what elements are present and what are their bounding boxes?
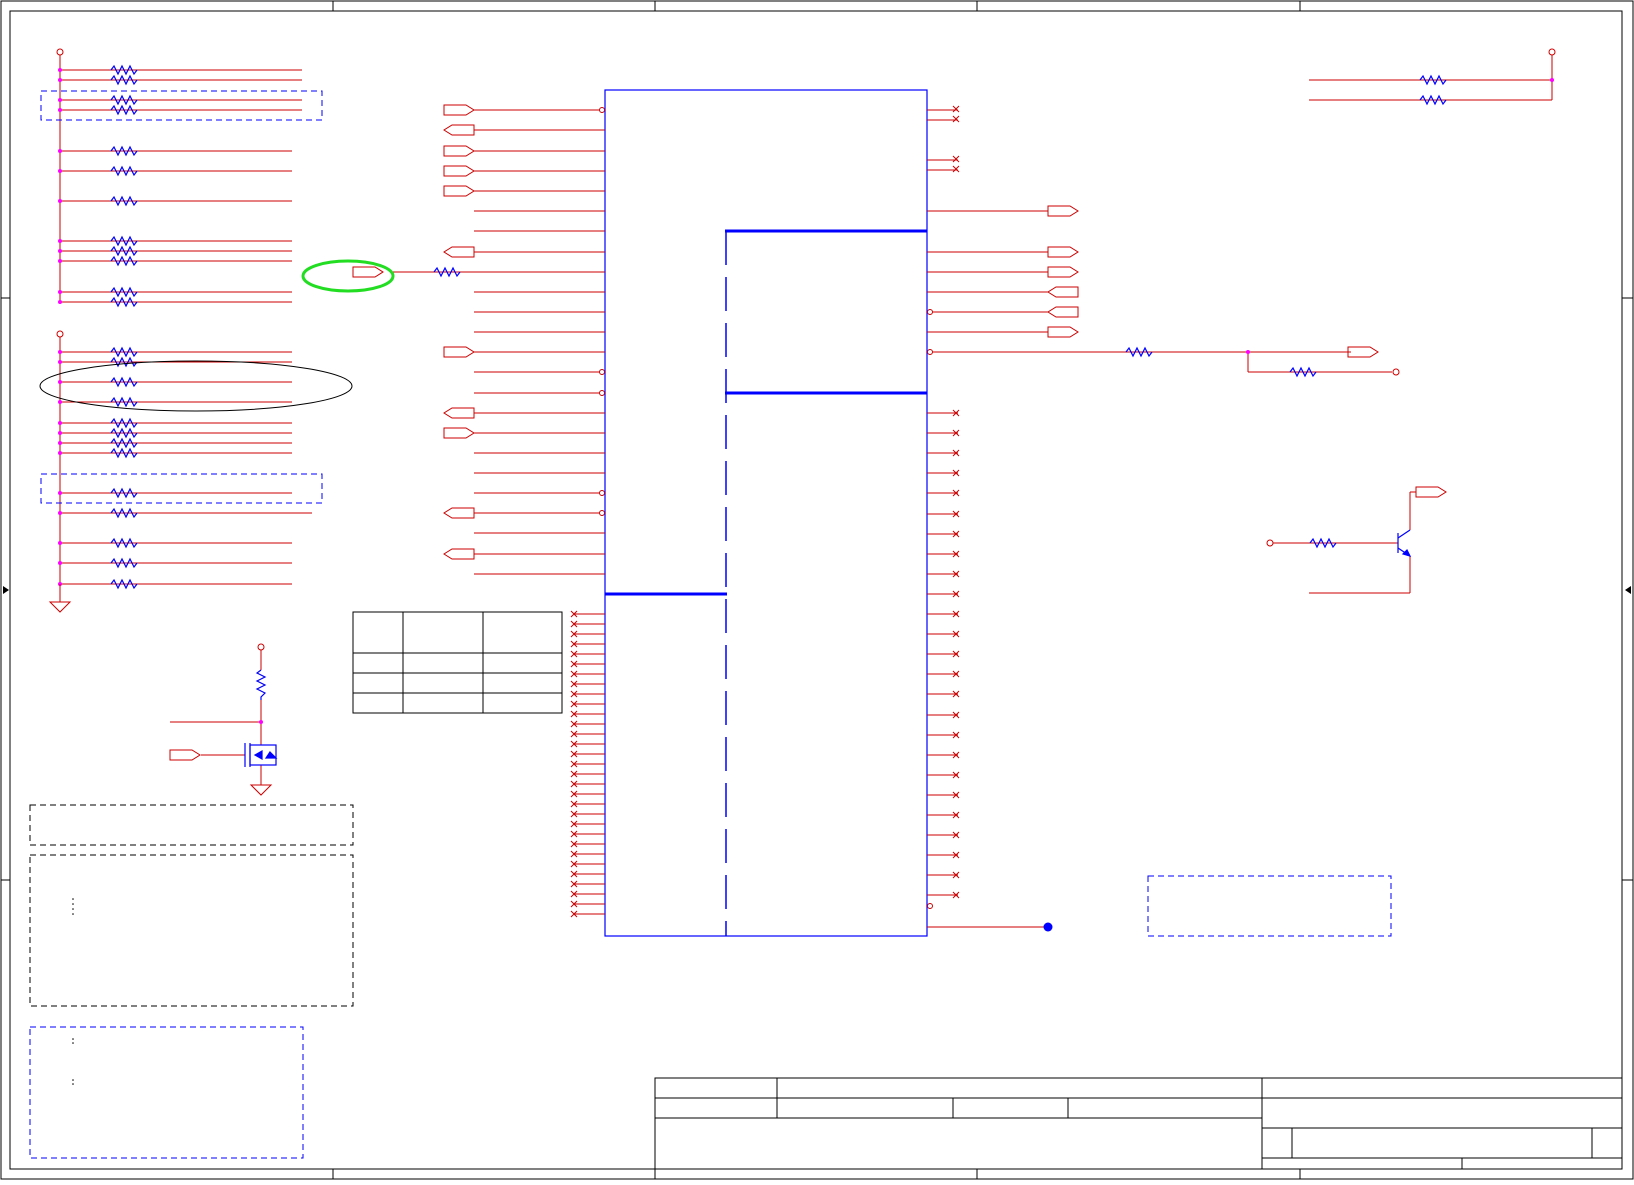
junction-dot	[58, 441, 62, 445]
junction-dot	[58, 380, 62, 384]
junction-dot	[58, 199, 62, 203]
mosfet-power-terminal	[257, 643, 265, 651]
highlight-black-ellipse	[39, 360, 353, 412]
mosfet-symbol	[244, 743, 278, 767]
ic-section-dividers	[605, 229, 927, 936]
power-terminal-2	[56, 330, 64, 338]
junction-dot	[58, 451, 62, 455]
config-table	[352, 611, 563, 714]
dashed-group-box-2	[40, 473, 323, 504]
ic-right-nc-pins	[927, 409, 960, 899]
junction-dot	[58, 98, 62, 102]
junction-dot	[58, 561, 62, 565]
schematic-sheet	[0, 0, 1634, 1180]
note-3-dots	[72, 1038, 74, 1085]
bottom-right-net-dot	[1043, 922, 1053, 932]
dashed-group-box-1	[40, 90, 323, 121]
highlight-green-ellipse	[301, 259, 395, 293]
transistor-input-terminal	[1266, 539, 1274, 547]
ic-right-pin-circles	[927, 309, 933, 909]
main-ic	[604, 89, 928, 937]
transistor-symbol	[1397, 529, 1412, 557]
junction-dot	[58, 431, 62, 435]
mosfet-junction	[259, 720, 263, 724]
sheet-frame	[0, 0, 1634, 1180]
junction-dot	[58, 108, 62, 112]
junction-dot	[58, 421, 62, 425]
junction-dot	[58, 350, 62, 354]
mosfet-circuit-wires	[170, 650, 262, 785]
junction-dot	[58, 300, 62, 304]
ic-bottom-left-nc-pins	[570, 610, 605, 918]
junction-dot	[58, 259, 62, 263]
junction-dot	[58, 400, 62, 404]
ic-right-pins	[927, 109, 1351, 928]
transistor-circuit-wires	[1273, 491, 1416, 594]
junction-dot	[58, 360, 62, 364]
junction-dot	[58, 541, 62, 545]
dashed-box-right	[1147, 875, 1392, 937]
junction-dot	[58, 491, 62, 495]
left-resistor-networks	[58, 55, 312, 590]
note-box-3	[29, 1026, 304, 1159]
junction-dot	[58, 511, 62, 515]
junction-dot	[58, 290, 62, 294]
junction-dot	[58, 239, 62, 243]
right-network-wires	[927, 351, 1392, 928]
junction-dot	[58, 149, 62, 153]
junction-dot	[58, 78, 62, 82]
ic-left-pins	[392, 109, 605, 575]
note-box-1	[29, 804, 354, 846]
junction-dot	[58, 169, 62, 173]
right-network-junction	[1246, 350, 1250, 354]
right-network-terminal	[1392, 368, 1400, 376]
schematic-canvas	[0, 0, 1634, 1180]
ic-right-x-marks-top	[952, 105, 960, 173]
note-box-2	[29, 854, 354, 1007]
mosfet-ground	[249, 784, 273, 796]
note-2-dots	[72, 898, 74, 915]
title-block	[654, 1077, 1623, 1170]
junction-dot	[58, 68, 62, 72]
left-offpage-connectors	[352, 104, 475, 560]
power-terminal-1	[56, 48, 64, 56]
top-right-junction	[1550, 78, 1554, 82]
ground-symbol-left	[48, 584, 72, 613]
mosfet-pullup-resistor	[255, 669, 267, 700]
junction-dot	[58, 249, 62, 253]
top-right-power-terminal	[1548, 48, 1556, 56]
mosfet-input-connector	[169, 749, 201, 761]
